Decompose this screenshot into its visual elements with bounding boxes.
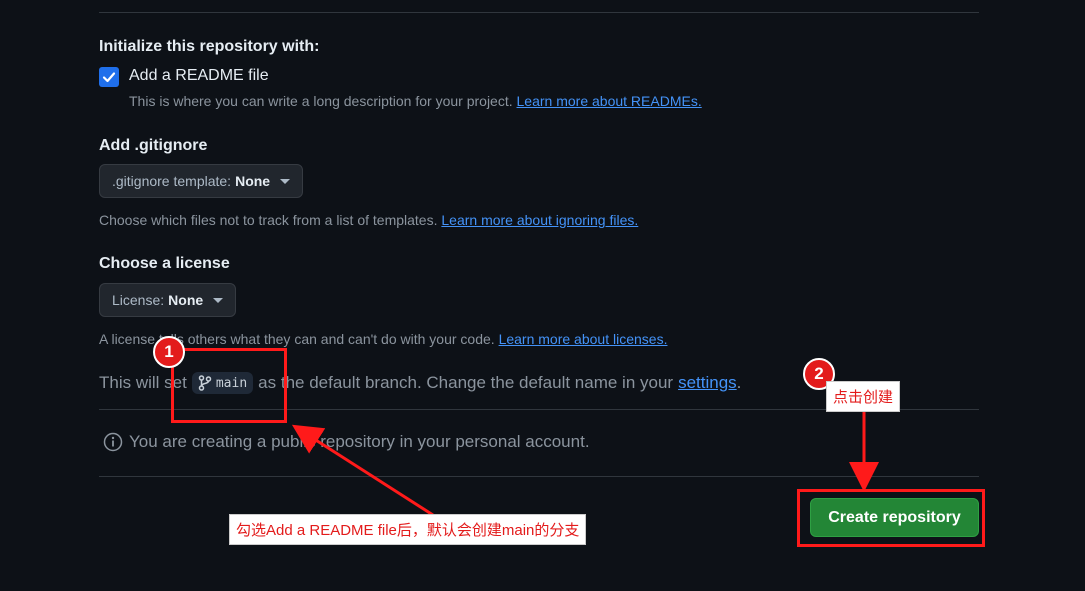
license-dropdown-value: None xyxy=(168,292,204,308)
settings-link[interactable]: settings xyxy=(678,373,737,393)
gitignore-description: Choose which files not to track from a l… xyxy=(99,212,638,228)
license-section-title: Choose a license xyxy=(99,255,230,272)
gitignore-dropdown-label: .gitignore template: xyxy=(112,173,232,189)
license-description: A license tells others what they can and… xyxy=(99,331,667,347)
readme-checkbox[interactable] xyxy=(99,67,119,87)
visibility-notice: You are creating a public repository in … xyxy=(103,432,590,452)
readme-description: This is where you can write a long descr… xyxy=(129,93,702,109)
gitignore-description-text: Choose which files not to track from a l… xyxy=(99,212,438,228)
init-section-title: Initialize this repository with: xyxy=(99,38,320,55)
annotation-highlight-create-button xyxy=(797,489,985,547)
caret-down-icon xyxy=(280,178,291,184)
license-dropdown-label: License: xyxy=(112,292,165,308)
branch-notice-suffix: as the default branch. Change the defaul… xyxy=(258,373,674,392)
readme-learn-more-link[interactable]: Learn more about READMEs. xyxy=(517,93,702,109)
callout-click-create: 点击创建 xyxy=(826,381,901,412)
bottom-divider xyxy=(99,476,979,477)
gitignore-learn-more-link[interactable]: Learn more about ignoring files. xyxy=(441,212,638,228)
visibility-notice-text: You are creating a public repository in … xyxy=(129,432,590,451)
caret-down-icon xyxy=(213,297,224,303)
readme-description-text: This is where you can write a long descr… xyxy=(129,93,513,109)
gitignore-template-dropdown[interactable]: .gitignore template: None xyxy=(99,164,304,198)
branch-notice-end: . xyxy=(736,373,742,392)
callout-readme-branch: 勾选Add a README file后，默认会创建main的分支 xyxy=(229,514,587,545)
checkmark-icon xyxy=(102,72,116,83)
readme-checkbox-label[interactable]: Add a README file xyxy=(129,67,269,85)
gitignore-section-title: Add .gitignore xyxy=(99,137,208,154)
annotation-highlight-branch xyxy=(171,348,287,423)
info-icon xyxy=(103,432,123,452)
step-badge-1: 1 xyxy=(153,336,185,368)
license-learn-more-link[interactable]: Learn more about licenses. xyxy=(499,331,668,347)
gitignore-dropdown-value: None xyxy=(235,173,271,189)
top-divider xyxy=(99,12,979,13)
license-dropdown[interactable]: License: None xyxy=(99,283,237,317)
